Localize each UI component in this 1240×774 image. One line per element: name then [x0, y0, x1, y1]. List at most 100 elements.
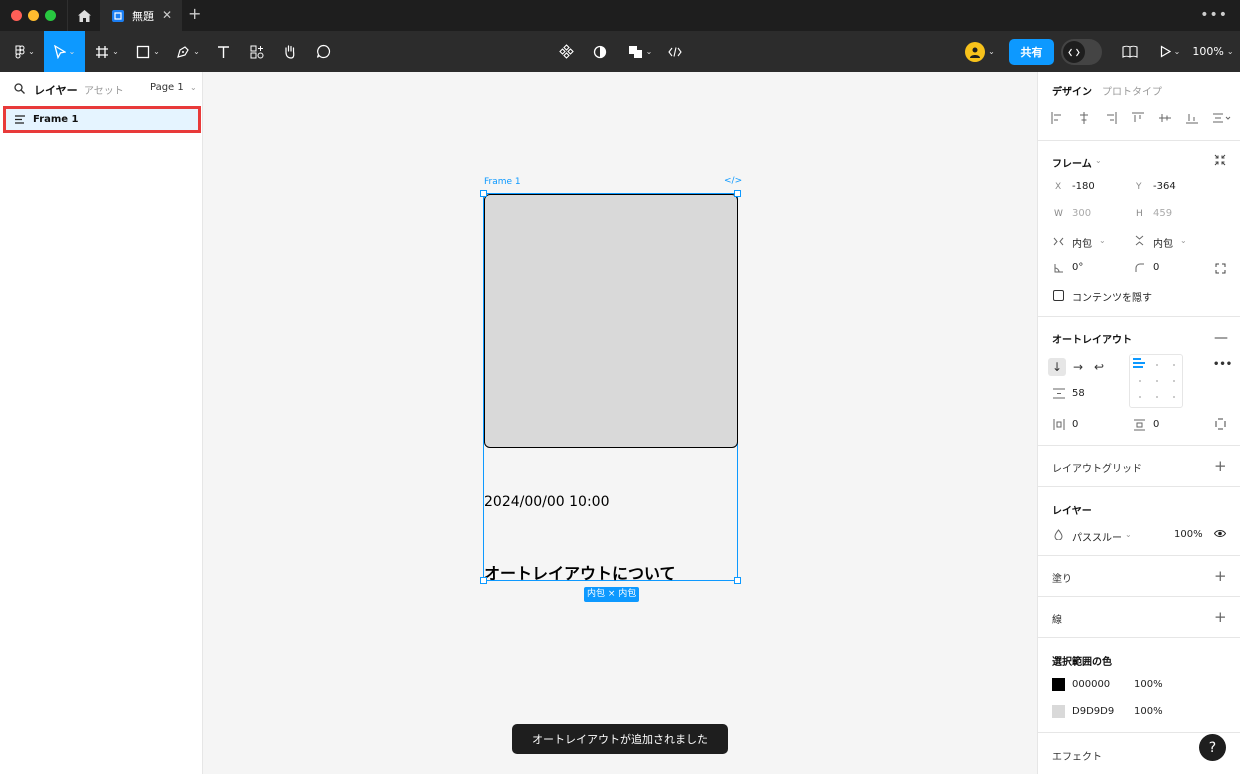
- alignment-dot[interactable]: [1173, 396, 1175, 398]
- align-top-icon[interactable]: [1132, 112, 1144, 124]
- user-menu-button[interactable]: ⌄: [960, 31, 1000, 72]
- direction-horizontal-button[interactable]: →: [1069, 358, 1087, 376]
- present-button[interactable]: ⌄: [1155, 31, 1185, 72]
- boolean-button[interactable]: ⌄: [624, 31, 656, 72]
- alignment-bar: [1133, 358, 1141, 360]
- height-mode-select[interactable]: 内包: [1153, 235, 1173, 250]
- direction-wrap-button[interactable]: ↩: [1090, 358, 1108, 376]
- code-icon[interactable]: </>: [724, 176, 742, 186]
- horizontal-padding-input[interactable]: 0: [1072, 419, 1078, 430]
- h-input[interactable]: 459: [1153, 208, 1172, 219]
- align-center-vertical-icon[interactable]: [1159, 112, 1171, 124]
- date-text[interactable]: 2024/00/00 10:00: [484, 494, 610, 510]
- mask-button[interactable]: [589, 31, 611, 72]
- component-button[interactable]: [555, 31, 577, 72]
- rotation-input[interactable]: 0°: [1072, 262, 1083, 273]
- tab-layers[interactable]: レイヤー: [34, 82, 78, 98]
- resources-button[interactable]: [246, 31, 268, 72]
- x-label: X: [1055, 182, 1062, 192]
- align-center-horizontal-icon[interactable]: [1078, 112, 1090, 124]
- corner-radius-input[interactable]: 0: [1153, 262, 1159, 273]
- alignment-dot[interactable]: [1173, 380, 1175, 382]
- chevron-down-icon[interactable]: ⌄: [1125, 530, 1132, 539]
- align-right-icon[interactable]: [1105, 112, 1117, 124]
- library-button[interactable]: [1119, 31, 1141, 72]
- resize-handle-bottom-right[interactable]: [734, 577, 741, 584]
- add-layout-grid-button[interactable]: +: [1214, 459, 1227, 474]
- resize-handle-bottom-left[interactable]: [480, 577, 487, 584]
- tab-prototype[interactable]: プロトタイプ: [1102, 83, 1162, 98]
- frame-section-title[interactable]: フレーム: [1052, 155, 1092, 170]
- color-swatch[interactable]: [1052, 705, 1065, 718]
- main-menu-button[interactable]: ⌄: [6, 31, 44, 72]
- frame-name-label[interactable]: Frame 1: [484, 177, 521, 187]
- color-opacity[interactable]: 100%: [1134, 679, 1163, 690]
- title-text[interactable]: オートレイアウトについて: [484, 560, 676, 584]
- add-stroke-button[interactable]: +: [1214, 610, 1227, 625]
- minimize-window-button[interactable]: [28, 10, 39, 21]
- remove-auto-layout-button[interactable]: —: [1214, 330, 1228, 346]
- individual-padding-icon[interactable]: [1215, 418, 1226, 430]
- tab-assets[interactable]: アセット: [84, 82, 124, 97]
- alignment-dot[interactable]: [1139, 396, 1141, 398]
- zoom-menu-button[interactable]: 100% ⌄: [1190, 31, 1236, 72]
- dev-mode-toggle[interactable]: [1061, 39, 1102, 65]
- chevron-down-icon[interactable]: ⌄: [1180, 236, 1187, 245]
- color-swatch[interactable]: [1052, 678, 1065, 691]
- eye-icon[interactable]: [1214, 529, 1226, 538]
- add-fill-button[interactable]: +: [1214, 569, 1227, 584]
- page-selector[interactable]: Page 1 ⌄: [150, 82, 197, 93]
- y-input[interactable]: -364: [1153, 181, 1176, 192]
- move-tool-button[interactable]: ⌄: [44, 31, 85, 72]
- layer-row-frame-1[interactable]: Frame 1: [3, 106, 201, 133]
- blend-mode-select[interactable]: パススルー: [1072, 529, 1122, 544]
- alignment-dot[interactable]: [1173, 364, 1175, 366]
- comment-tool-button[interactable]: [312, 31, 334, 72]
- shape-tool-button[interactable]: ⌄: [132, 31, 164, 72]
- search-button[interactable]: [14, 83, 25, 97]
- alignment-dot[interactable]: [1156, 380, 1158, 382]
- more-menu-button[interactable]: •••: [1200, 7, 1228, 23]
- canvas[interactable]: Frame 1 </> 2024/00/00 10:00 オートレイアウトについ…: [203, 72, 1037, 774]
- width-mode-select[interactable]: 内包: [1072, 235, 1092, 250]
- independent-corners-icon[interactable]: [1215, 263, 1226, 274]
- distribute-icon[interactable]: [1213, 112, 1231, 124]
- x-input[interactable]: -180: [1072, 181, 1095, 192]
- share-button[interactable]: 共有: [1009, 39, 1054, 65]
- color-hex[interactable]: D9D9D9: [1072, 706, 1114, 717]
- align-bottom-icon[interactable]: [1186, 112, 1198, 124]
- alignment-grid[interactable]: [1129, 354, 1183, 408]
- gap-input[interactable]: 58: [1072, 388, 1085, 399]
- align-left-icon[interactable]: [1051, 112, 1063, 124]
- auto-layout-more-button[interactable]: •••: [1213, 359, 1232, 370]
- resize-to-fit-icon[interactable]: [1214, 154, 1226, 166]
- color-hex[interactable]: 000000: [1072, 679, 1110, 690]
- resize-handle-top-right[interactable]: [734, 190, 741, 197]
- clip-content-checkbox[interactable]: [1053, 290, 1064, 301]
- add-tab-button[interactable]: +: [188, 6, 201, 22]
- pen-tool-button[interactable]: ⌄: [172, 31, 204, 72]
- alignment-dot[interactable]: [1156, 396, 1158, 398]
- color-opacity[interactable]: 100%: [1134, 706, 1163, 717]
- alignment-dot[interactable]: [1156, 364, 1158, 366]
- dev-code-button[interactable]: [664, 31, 686, 72]
- image-placeholder-rectangle[interactable]: [484, 194, 738, 448]
- layer-opacity-input[interactable]: 100%: [1174, 529, 1203, 540]
- vertical-padding-input[interactable]: 0: [1153, 419, 1159, 430]
- alignment-dot[interactable]: [1139, 380, 1141, 382]
- chevron-down-icon[interactable]: ⌄: [1095, 156, 1102, 165]
- w-input[interactable]: 300: [1072, 208, 1091, 219]
- tab-design[interactable]: デザイン: [1052, 83, 1092, 98]
- home-button[interactable]: [68, 0, 100, 31]
- frame-tool-button[interactable]: ⌄: [90, 31, 124, 72]
- close-tab-icon[interactable]: ✕: [162, 8, 172, 22]
- close-window-button[interactable]: [11, 10, 22, 21]
- help-button[interactable]: ?: [1199, 734, 1226, 761]
- text-tool-button[interactable]: [212, 31, 234, 72]
- chevron-down-icon[interactable]: ⌄: [1099, 236, 1106, 245]
- resize-handle-top-left[interactable]: [480, 190, 487, 197]
- direction-vertical-button[interactable]: ↓: [1048, 358, 1066, 376]
- hand-tool-button[interactable]: [279, 31, 301, 72]
- file-tab[interactable]: 無題 ✕: [100, 0, 182, 31]
- maximize-window-button[interactable]: [45, 10, 56, 21]
